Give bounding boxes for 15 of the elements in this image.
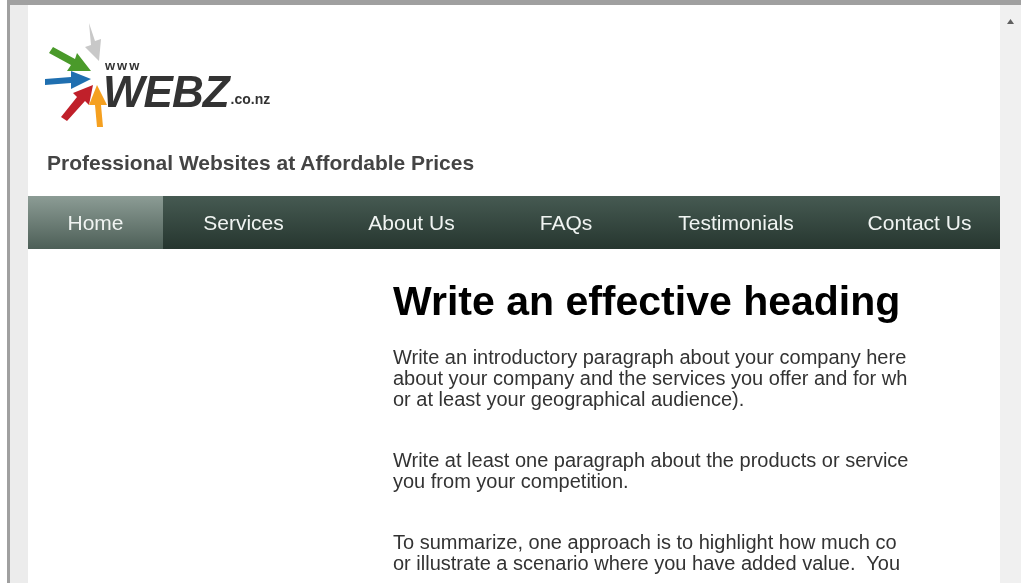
nav-tab[interactable]: About Us [324, 196, 499, 249]
nav-tab[interactable]: Home [28, 196, 163, 249]
nav-tab[interactable]: Testimonials [633, 196, 839, 249]
tagline: Professional Websites at Affordable Prices [47, 151, 475, 174]
body-paragraph: Write an introductory paragraph about your company here about your company and the services you offer and for wh or at least your geographical audience). [393, 347, 909, 410]
logo-prefix: www [105, 58, 143, 72]
body-paragraph: To summarize, one approach is to highlight how much co or illustrate a scenario where you have added value. You [393, 532, 901, 574]
body-paragraph: Write at least one paragraph about the products or service you from your competition. [393, 450, 910, 492]
scroll-up-arrow-icon[interactable] [1007, 19, 1014, 24]
logo-domain: .co.nz [230, 90, 271, 109]
nav-tab[interactable]: Contact Us [839, 196, 1000, 249]
nav-tab[interactable]: FAQs [499, 196, 633, 249]
scrollbar[interactable] [1000, 5, 1021, 583]
page-heading: Write an effective heading [393, 277, 902, 326]
nav-tab[interactable]: Services [163, 196, 324, 249]
